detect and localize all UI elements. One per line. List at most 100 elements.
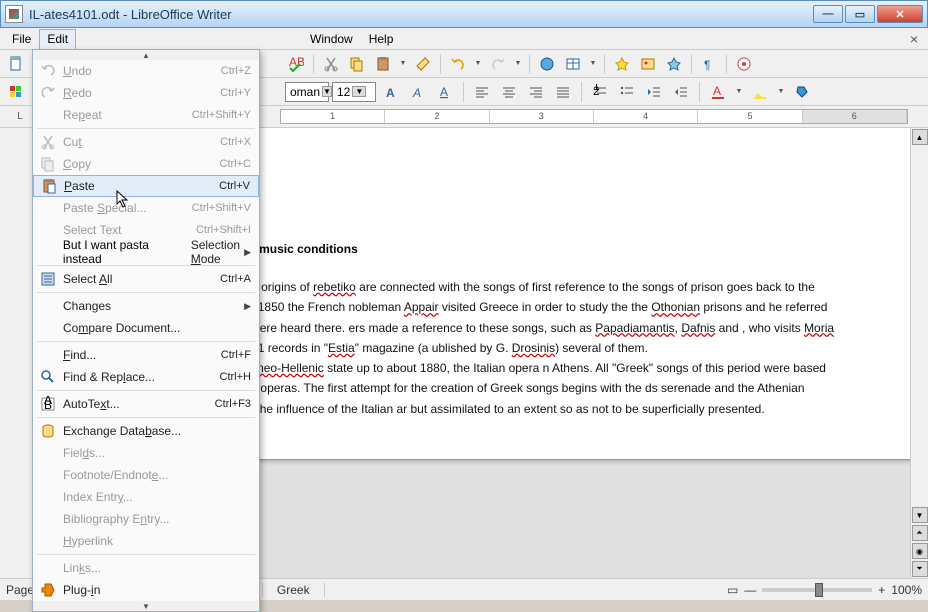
undo-dropdown-icon[interactable]: ▼	[472, 60, 484, 67]
autotext-icon: AB	[33, 396, 63, 412]
menu-redo[interactable]: Redo Ctrl+Y	[33, 82, 259, 104]
doc-close-icon[interactable]: ×	[910, 31, 918, 47]
redo-dropdown-icon[interactable]: ▼	[512, 60, 524, 67]
align-right-icon[interactable]	[524, 80, 548, 104]
database-icon	[33, 423, 63, 439]
paste-icon	[34, 178, 64, 194]
window-title: IL-ates4101.odt - LibreOffice Writer	[29, 7, 813, 22]
menu-cut[interactable]: Cut Ctrl+X	[33, 131, 259, 153]
menu-find[interactable]: Find... Ctrl+F	[33, 344, 259, 366]
nav-circle-icon[interactable]: ◉	[912, 543, 928, 559]
menu-plugin[interactable]: Plug-in	[33, 579, 259, 601]
edit-menu-dropdown: ▲ UUndondo Ctrl+Z Redo Ctrl+Y Repeat Ctr…	[32, 49, 260, 612]
scroll-up-icon[interactable]: ▲	[912, 129, 928, 145]
underline-icon[interactable]: A	[433, 80, 457, 104]
menu-copy[interactable]: Copy Ctrl+C	[33, 153, 259, 175]
zoom-out-icon[interactable]: —	[744, 583, 756, 597]
maximize-button[interactable]: ▭	[845, 5, 875, 23]
menu-fields[interactable]: Fields...	[33, 442, 259, 464]
menu-edit[interactable]: Edit	[39, 29, 76, 49]
paste-icon[interactable]	[371, 52, 395, 76]
mouse-cursor-icon	[116, 190, 132, 213]
redo-icon	[33, 85, 63, 101]
format-paintbrush-icon[interactable]	[411, 52, 435, 76]
redo-icon[interactable]	[486, 52, 510, 76]
menu-find-replace[interactable]: Find & Replace... Ctrl+H	[33, 366, 259, 388]
close-button[interactable]: ✕	[877, 5, 923, 23]
number-list-icon[interactable]: 12	[588, 80, 612, 104]
status-lang[interactable]: Greek	[277, 583, 325, 597]
doc-paragraph-2: tablishment of the neo-Hellenic state up…	[159, 358, 837, 419]
paste-dropdown-icon[interactable]: ▼	[397, 60, 409, 67]
cut-icon[interactable]	[319, 52, 343, 76]
menu-bibliography[interactable]: Bibliography Entry...	[33, 508, 259, 530]
menu-index-entry[interactable]: Index Entry...	[33, 486, 259, 508]
dedent-icon[interactable]	[642, 80, 666, 104]
font-size-combo[interactable]: 12▼	[332, 82, 376, 102]
copy-icon	[33, 156, 63, 172]
styles-icon[interactable]	[4, 80, 28, 104]
menu-help[interactable]: Help	[361, 29, 402, 49]
highlight-icon[interactable]	[748, 80, 772, 104]
menu-scroll-up-icon[interactable]: ▲	[33, 50, 259, 60]
svg-text:B: B	[44, 398, 52, 412]
font-color-dropdown-icon[interactable]: ▼	[733, 88, 745, 95]
menu-repeat[interactable]: Repeat Ctrl+Shift+Y	[33, 104, 259, 126]
svg-text:A: A	[386, 86, 395, 100]
italic-icon[interactable]: A	[406, 80, 430, 104]
zoom-value[interactable]: 100%	[891, 583, 922, 597]
table-dropdown-icon[interactable]: ▼	[587, 60, 599, 67]
undo-icon[interactable]	[446, 52, 470, 76]
spellcheck-icon[interactable]: ABC	[284, 52, 308, 76]
view-layout-icon[interactable]: ▭	[727, 583, 738, 597]
menu-footnote[interactable]: Footnote/Endnote...	[33, 464, 259, 486]
menu-bar: File Edit Window Help ×	[0, 28, 928, 50]
hyperlink-icon[interactable]	[535, 52, 559, 76]
menu-window[interactable]: Window	[302, 29, 361, 49]
menu-file[interactable]: File	[4, 29, 39, 49]
vertical-scrollbar[interactable]: ▲ ▼ ⏶ ◉ ⏷	[910, 128, 928, 578]
align-left-icon[interactable]	[470, 80, 494, 104]
menu-paste-special[interactable]: Paste Special... Ctrl+Shift+V	[33, 197, 259, 219]
font-color-icon[interactable]: A	[706, 80, 730, 104]
minimize-button[interactable]: —	[813, 5, 843, 23]
bullet-list-icon[interactable]	[615, 80, 639, 104]
star1-icon[interactable]	[610, 52, 634, 76]
menu-compare-document[interactable]: Compare Document...	[33, 317, 259, 339]
menu-changes[interactable]: Changes ▶	[33, 295, 259, 317]
highlight-dropdown-icon[interactable]: ▼	[775, 88, 787, 95]
font-name-combo[interactable]: oman▼	[285, 82, 329, 102]
menu-exchange-database[interactable]: Exchange Database...	[33, 420, 259, 442]
table-icon[interactable]	[561, 52, 585, 76]
window-controls: — ▭ ✕	[813, 5, 923, 23]
navigator-icon[interactable]	[662, 52, 686, 76]
menu-paste[interactable]: Paste Ctrl+V	[33, 175, 259, 197]
indent-icon[interactable]	[669, 80, 693, 104]
next-page-icon[interactable]: ⏷	[912, 561, 928, 577]
menu-scroll-down-icon[interactable]: ▼	[33, 601, 259, 611]
menu-links[interactable]: Links...	[33, 557, 259, 579]
doc-heading: gins – social and music conditions	[159, 233, 837, 259]
menu-autotext[interactable]: AB AutoText... Ctrl+F3	[33, 393, 259, 415]
nonprinting-icon[interactable]: ¶	[697, 52, 721, 76]
help-icon[interactable]	[732, 52, 756, 76]
find-replace-icon	[33, 369, 63, 385]
zoom-slider[interactable]	[762, 588, 872, 592]
title-bar: IL-ates4101.odt - LibreOffice Writer — ▭…	[0, 0, 928, 28]
menu-hyperlink[interactable]: Hyperlink	[33, 530, 259, 552]
align-justify-icon[interactable]	[551, 80, 575, 104]
align-center-icon[interactable]	[497, 80, 521, 104]
gallery-icon[interactable]	[636, 52, 660, 76]
scroll-down-icon[interactable]: ▼	[912, 507, 928, 523]
bg-color-icon[interactable]	[790, 80, 814, 104]
bold-icon[interactable]: A	[379, 80, 403, 104]
new-doc-icon[interactable]	[4, 52, 28, 76]
copy-icon[interactable]	[345, 52, 369, 76]
prev-page-icon[interactable]: ⏶	[912, 525, 928, 541]
menu-undo[interactable]: UUndondo Ctrl+Z	[33, 60, 259, 82]
menu-selection-mode[interactable]: But I want pasta instead Selection Mode …	[33, 241, 259, 263]
horizontal-ruler[interactable]: 1 2 3 4 5 6	[280, 109, 908, 124]
zoom-in-icon[interactable]: +	[878, 583, 885, 597]
svg-text:A: A	[713, 84, 721, 98]
menu-select-all[interactable]: Select All Ctrl+A	[33, 268, 259, 290]
